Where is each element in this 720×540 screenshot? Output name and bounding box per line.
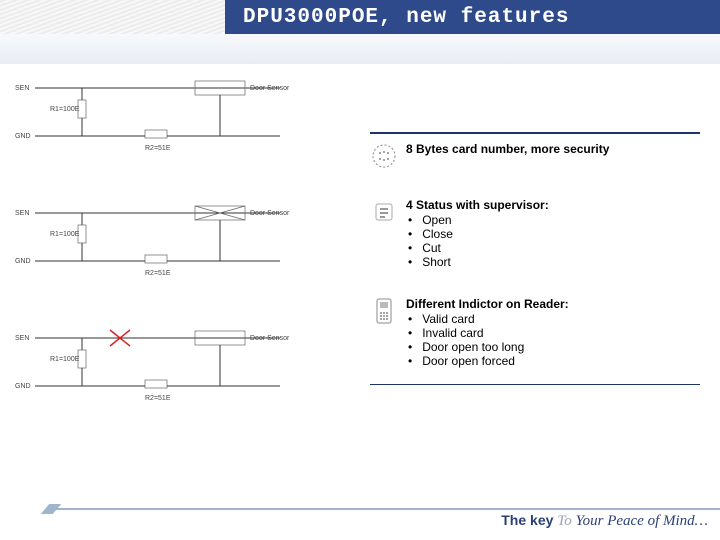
label-doorsensor-3: Door Sensor xyxy=(250,335,290,342)
feature-sublist: Valid card Invalid card Door open too lo… xyxy=(406,312,700,368)
label-r2-3: R2=51E xyxy=(145,395,171,402)
tagline: The key To Your Peace of Mind… xyxy=(501,512,708,530)
feature-title: 4 Status with supervisor: xyxy=(406,198,700,212)
footer: The key To Your Peace of Mind… xyxy=(0,508,720,536)
list-item: Open xyxy=(408,213,700,227)
label-gnd-2: GND xyxy=(15,258,31,265)
label-r2-2: R2=51E xyxy=(145,270,171,277)
feature-title: 8 Bytes card number, more security xyxy=(406,142,700,156)
supervisor-icon xyxy=(370,198,398,226)
slide-title: DPU3000POE, new features xyxy=(243,6,569,29)
list-item: Door open forced xyxy=(408,354,700,368)
list-item: Valid card xyxy=(408,312,700,326)
label-sen-2: SEN xyxy=(15,210,29,217)
label-doorsensor: Door Sensor xyxy=(250,85,290,92)
label-sen: SEN xyxy=(15,85,29,92)
header-bar: DPU3000POE, new features xyxy=(0,0,720,34)
wiring-diagram: SEN R1=100E Door Sensor R2=51E GND SEN R… xyxy=(10,78,350,458)
label-gnd: GND xyxy=(15,133,31,140)
label-r1-2: R1=100E xyxy=(50,231,80,238)
list-item: Cut xyxy=(408,241,700,255)
tagline-to: To xyxy=(557,513,571,529)
feature-list: 8 Bytes card number, more security 4 Sta… xyxy=(370,132,700,385)
label-r2: R2=51E xyxy=(145,145,171,152)
feature-item: 4 Status with supervisor: Open Close Cut… xyxy=(370,198,700,269)
header-title-bg: DPU3000POE, new features xyxy=(225,0,720,34)
feature-title: Different Indictor on Reader: xyxy=(406,297,700,311)
feature-body: Different Indictor on Reader: Valid card… xyxy=(406,297,700,368)
label-r1: R1=100E xyxy=(50,106,80,113)
list-item: Short xyxy=(408,255,700,269)
label-sen-3: SEN xyxy=(15,335,29,342)
feature-body: 8 Bytes card number, more security xyxy=(406,142,700,157)
header-decoration xyxy=(0,0,230,34)
feature-item: Different Indictor on Reader: Valid card… xyxy=(370,297,700,368)
content-divider-top xyxy=(370,132,700,134)
subheader-band xyxy=(0,34,720,64)
feature-body: 4 Status with supervisor: Open Close Cut… xyxy=(406,198,700,269)
list-item: Door open too long xyxy=(408,340,700,354)
label-doorsensor-2: Door Sensor xyxy=(250,210,290,217)
tagline-rest: Your Peace of Mind… xyxy=(576,513,708,529)
tagline-key: The key xyxy=(501,512,553,528)
feature-item: 8 Bytes card number, more security xyxy=(370,142,700,170)
feature-sublist: Open Close Cut Short xyxy=(406,213,700,269)
list-item: Invalid card xyxy=(408,326,700,340)
label-r1-3: R1=100E xyxy=(50,356,80,363)
footer-line xyxy=(55,508,720,510)
label-gnd-3: GND xyxy=(15,383,31,390)
card-icon xyxy=(370,142,398,170)
content-divider-bottom xyxy=(370,384,700,385)
list-item: Close xyxy=(408,227,700,241)
reader-icon xyxy=(370,297,398,325)
